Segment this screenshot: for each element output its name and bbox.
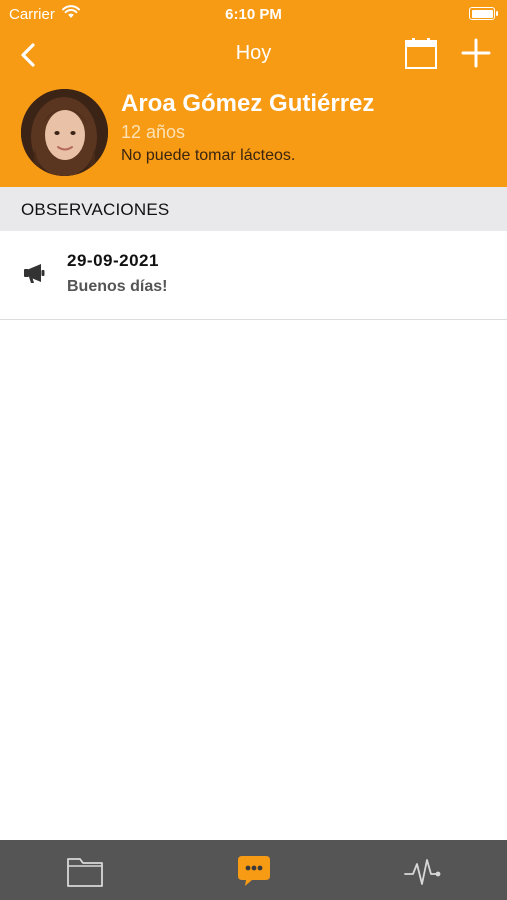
- avatar: [21, 89, 108, 176]
- heartbeat-icon: [403, 859, 440, 885]
- observation-text: Buenos días!: [67, 278, 168, 295]
- tab-bar: [0, 840, 507, 900]
- battery-icon: [469, 7, 498, 20]
- megaphone-icon: [24, 264, 45, 283]
- observation-date: 29-09-2021: [67, 251, 159, 270]
- section-header: OBSERVACIONES: [0, 187, 507, 231]
- nav-bar: Hoy: [0, 30, 507, 76]
- profile-photo: [21, 89, 108, 176]
- calendar-icon[interactable]: [404, 36, 438, 70]
- profile-header: Carrier 6:10 PM Hoy Aroa Gómez Gutiérrez…: [0, 0, 507, 187]
- observation-item[interactable]: 29-09-2021 Buenos días!: [0, 231, 507, 320]
- chat-bubble-icon: [237, 856, 270, 886]
- tab-files[interactable]: [0, 840, 169, 900]
- profile-age: 12 años: [121, 122, 186, 142]
- add-button[interactable]: [460, 37, 492, 69]
- folder-icon: [66, 858, 103, 887]
- profile-note: No puede tomar lácteos.: [121, 147, 296, 164]
- tab-activity[interactable]: [338, 840, 507, 900]
- status-time: 6:10 PM: [225, 6, 282, 23]
- status-bar: Carrier 6:10 PM: [0, 0, 507, 28]
- profile-name: Aroa Gómez Gutiérrez: [121, 90, 375, 117]
- tab-messages[interactable]: [169, 840, 338, 900]
- section-title: OBSERVACIONES: [21, 200, 170, 219]
